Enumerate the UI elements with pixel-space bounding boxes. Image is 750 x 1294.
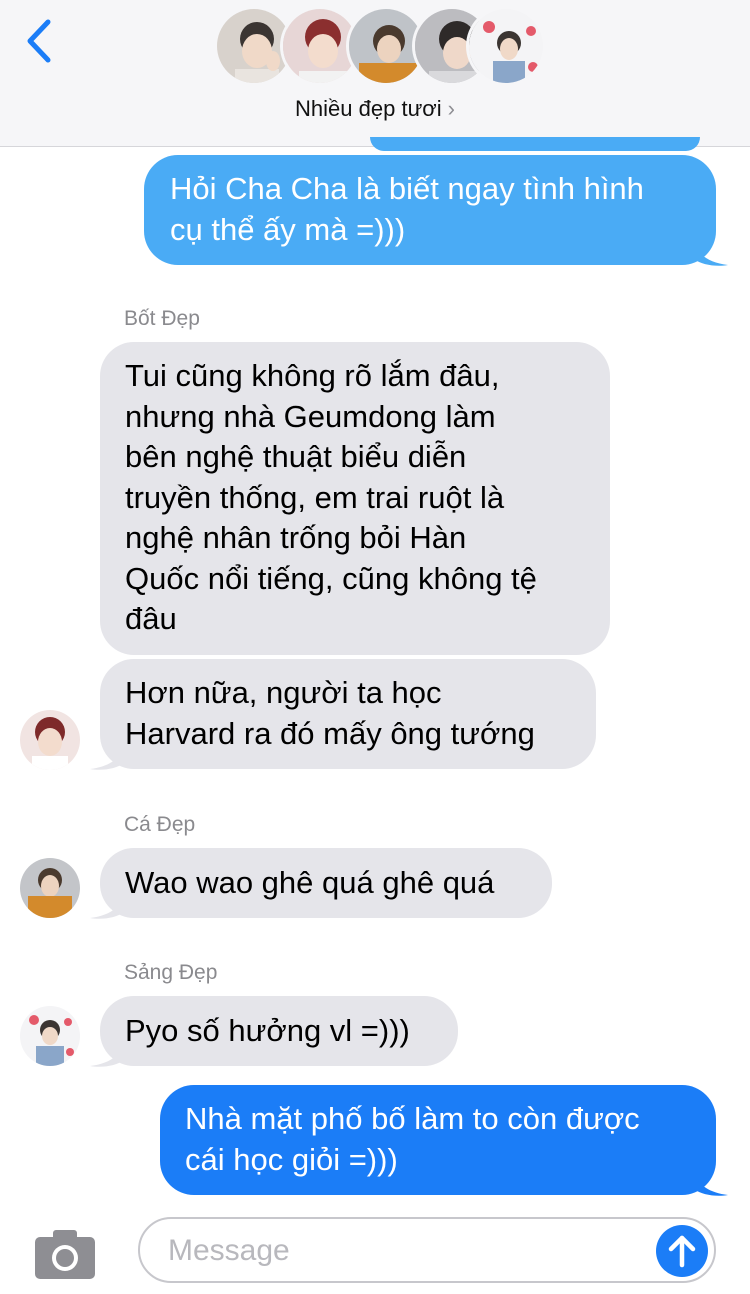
message-line: nhưng nhà Geumdong làm [125, 398, 496, 434]
bubble-tail [694, 1173, 728, 1196]
incoming-message[interactable]: Pyo số hưởng vl =))) [100, 996, 458, 1066]
camera-button[interactable] [33, 1227, 97, 1281]
message-line: Quốc nổi tiếng, cũng không tệ [125, 560, 537, 596]
message-line: Harvard ra đó mấy ông tướng [125, 715, 535, 751]
message-line: Hơn nữa, người ta học [125, 675, 442, 710]
message-line: nghệ nhân trống bỏi Hàn [125, 520, 467, 555]
message-line: Nhà mặt phố bố làm to còn được [185, 1101, 640, 1136]
message-line: truyền thống, em trai ruột là [125, 479, 505, 515]
message-line: bên nghệ thuật biểu diễn [125, 439, 467, 474]
message-line: Wao wao ghê quá ghê quá [125, 865, 495, 900]
message-input[interactable]: Message [138, 1217, 716, 1283]
outgoing-message[interactable]: Nhà mặt phố bố làm to còn được cái học g… [160, 1085, 716, 1195]
avatar[interactable] [20, 1006, 80, 1066]
avatar[interactable] [20, 710, 80, 770]
arrow-up-icon [668, 1235, 696, 1268]
bubble-tail [90, 747, 124, 770]
bubble-tail [694, 243, 728, 266]
group-member-avatar [466, 6, 546, 86]
group-avatars[interactable] [214, 6, 546, 92]
camera-icon [35, 1230, 95, 1279]
chevron-left-icon [27, 19, 51, 63]
message-input-placeholder: Message [168, 1234, 290, 1267]
send-button[interactable] [656, 1225, 708, 1277]
bubble-tail [90, 1044, 124, 1067]
message-line: cụ thể ấy mà =))) [170, 211, 406, 247]
group-name-label: Nhiều đẹp tươi [295, 96, 442, 121]
message-line: Hỏi Cha Cha là biết ngay tình hình [170, 171, 644, 206]
composer-bar: Message [0, 1207, 750, 1294]
incoming-message[interactable]: Hơn nữa, người ta học Harvard ra đó mấy … [100, 659, 596, 769]
message-line: cái học giỏi =))) [185, 1141, 398, 1177]
group-name-button[interactable]: Nhiều đẹp tươi › [0, 96, 750, 122]
chevron-right-icon: › [447, 96, 455, 121]
sender-name: Bốt Đẹp [124, 307, 200, 330]
back-button[interactable] [20, 14, 60, 70]
avatar[interactable] [20, 858, 80, 918]
message-list: Hỏi Cha Cha là biết ngay tình hình cụ th… [0, 137, 750, 1207]
message-line: Tui cũng không rõ lắm đâu, [125, 358, 500, 393]
conversation-header: Nhiều đẹp tươi › [0, 0, 750, 147]
outgoing-message[interactable]: Hỏi Cha Cha là biết ngay tình hình cụ th… [144, 155, 716, 265]
incoming-message[interactable]: Wao wao ghê quá ghê quá [100, 848, 552, 918]
message-line: đâu [125, 601, 177, 636]
previous-message-fragment [370, 137, 700, 151]
incoming-message[interactable]: Tui cũng không rõ lắm đâu, nhưng nhà Geu… [100, 342, 610, 655]
message-line: Pyo số hưởng vl =))) [125, 1013, 410, 1048]
bubble-tail [90, 896, 124, 919]
sender-name: Sảng Đẹp [124, 961, 218, 984]
sender-name: Cá Đẹp [124, 813, 196, 836]
